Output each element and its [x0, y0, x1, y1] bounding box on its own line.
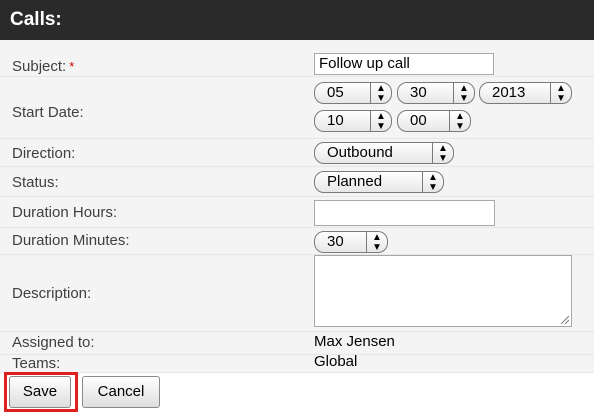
form-title: Calls: — [10, 9, 62, 30]
start-hour-select[interactable]: 10 ▲ ▼ — [314, 110, 392, 132]
subject-input[interactable]: Follow up call — [314, 53, 494, 75]
start-year-value: 2013 — [492, 84, 526, 101]
duration-hours-label: Duration Hours: — [12, 204, 118, 221]
duration-minutes-value: 30 — [327, 233, 344, 250]
form-header: Calls: — [0, 0, 594, 40]
select-arrows-icon: ▲ ▼ — [366, 232, 387, 253]
subject-label-text: Subject: — [12, 58, 67, 75]
select-arrows-icon: ▲ ▼ — [432, 143, 453, 164]
start-day-select[interactable]: 30 ▲ ▼ — [397, 82, 475, 104]
start-year-select[interactable]: 2013 ▲ ▼ — [479, 82, 572, 104]
status-select[interactable]: Planned ▲ ▼ — [314, 171, 444, 193]
start-date-label: Start Date: — [12, 104, 84, 121]
cancel-button[interactable]: Cancel — [82, 376, 160, 408]
teams-row: Teams: Global — [0, 353, 594, 373]
teams-value: Global — [314, 353, 358, 370]
required-mark: * — [69, 59, 75, 74]
assigned-to-label: Assigned to: — [12, 334, 95, 351]
start-month-value: 05 — [327, 84, 344, 101]
status-value: Planned — [327, 173, 383, 190]
description-textarea[interactable] — [314, 255, 572, 327]
select-arrows-icon: ▲ ▼ — [453, 83, 474, 104]
subject-row: Subject: * — [0, 40, 594, 77]
select-arrows-icon: ▲ ▼ — [370, 111, 391, 132]
start-hour-value: 10 — [327, 112, 344, 129]
assigned-to-value: Max Jensen — [314, 333, 395, 350]
resize-grip-icon[interactable] — [560, 315, 569, 324]
select-arrows-icon: ▲ ▼ — [550, 83, 571, 104]
subject-label: Subject: * — [12, 58, 74, 75]
teams-label: Teams: — [12, 355, 61, 372]
assigned-to-row: Assigned to: Max Jensen — [0, 332, 594, 355]
select-arrows-icon: ▲ ▼ — [449, 111, 470, 132]
start-minute-value: 00 — [410, 112, 427, 129]
direction-select[interactable]: Outbound ▲ ▼ — [314, 142, 454, 164]
duration-hours-row: Duration Hours: — [0, 197, 594, 228]
direction-row: Direction: — [0, 139, 594, 167]
duration-minutes-select[interactable]: 30 ▲ ▼ — [314, 231, 388, 253]
start-minute-select[interactable]: 00 ▲ ▼ — [397, 110, 471, 132]
duration-minutes-row: Duration Minutes: — [0, 228, 594, 255]
select-arrows-icon: ▲ ▼ — [422, 172, 443, 193]
description-label: Description: — [12, 285, 92, 302]
duration-hours-input[interactable] — [314, 200, 495, 226]
direction-label: Direction: — [12, 145, 76, 162]
duration-minutes-label: Duration Minutes: — [12, 232, 130, 249]
start-day-value: 30 — [410, 84, 427, 101]
start-month-select[interactable]: 05 ▲ ▼ — [314, 82, 392, 104]
save-button[interactable]: Save — [9, 376, 71, 408]
select-arrows-icon: ▲ ▼ — [370, 83, 391, 104]
status-row: Status: — [0, 167, 594, 197]
direction-value: Outbound — [327, 144, 393, 161]
status-label: Status: — [12, 174, 59, 191]
